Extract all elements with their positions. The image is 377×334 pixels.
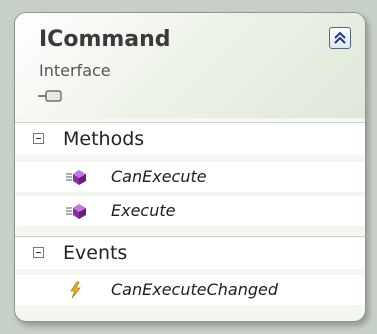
interface-lollipop-icon bbox=[38, 90, 62, 102]
member-name: Execute bbox=[111, 201, 176, 220]
method-icon bbox=[66, 170, 86, 185]
member-row[interactable]: CanExecuteChanged bbox=[15, 275, 365, 305]
class-diagram-shape[interactable]: ICommand Interface Methods CanExecute Ex… bbox=[14, 12, 366, 322]
member-name: CanExecuteChanged bbox=[111, 280, 279, 299]
member-row[interactable]: CanExecute bbox=[15, 162, 365, 192]
member-name: CanExecute bbox=[111, 167, 207, 186]
collapse-button[interactable] bbox=[329, 27, 351, 49]
type-name: ICommand bbox=[39, 27, 171, 52]
type-kind: Interface bbox=[39, 61, 111, 80]
member-row[interactable]: Execute bbox=[15, 196, 365, 226]
methods-section-header[interactable]: Methods bbox=[15, 122, 365, 155]
collapse-section-icon[interactable] bbox=[33, 133, 44, 144]
double-chevron-up-icon bbox=[334, 31, 346, 44]
section-label-events: Events bbox=[63, 242, 128, 264]
collapse-section-icon[interactable] bbox=[33, 247, 44, 258]
method-icon bbox=[66, 204, 86, 219]
events-section-header[interactable]: Events bbox=[15, 236, 365, 269]
section-label-methods: Methods bbox=[63, 128, 145, 150]
event-lightning-icon bbox=[70, 281, 81, 299]
shape-header: ICommand Interface bbox=[15, 13, 365, 118]
